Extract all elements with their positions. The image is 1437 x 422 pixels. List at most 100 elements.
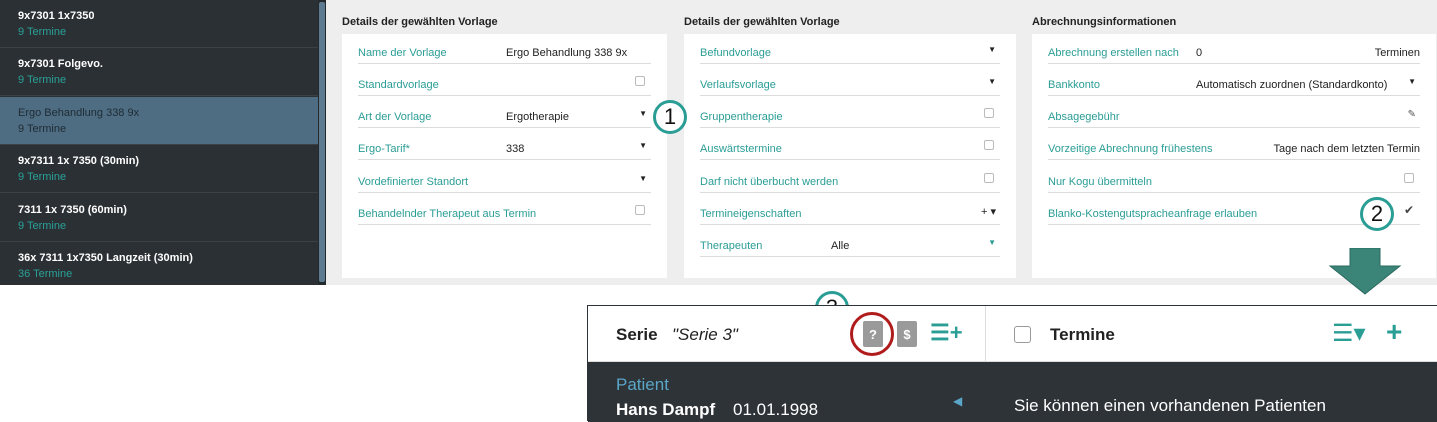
sidebar-scrollbar[interactable] xyxy=(318,0,326,285)
patient-section: Patient Hans Dampf 01.01.1998 ◀ xyxy=(588,362,986,422)
template-title: 7311 1x 7350 (60min) xyxy=(18,204,127,216)
template-item[interactable]: 9x7311 1x 7350 (30min) 9 Termine xyxy=(0,145,318,193)
field-value[interactable]: Ergo Behandlung 338 9x xyxy=(506,47,627,59)
add-property-icon[interactable]: + ▾ xyxy=(981,205,996,218)
field-label: Blanko-Kostengutspracheanfrage erlauben xyxy=(1048,208,1258,220)
field-therapists[interactable]: Therapeuten Alle ▼ xyxy=(700,227,1000,257)
dropdown-arrow-icon[interactable]: ▼ xyxy=(988,45,996,54)
template-count: 9 Termine xyxy=(18,220,67,232)
hint-text: Sie können einen vorhandenen Patienten xyxy=(1014,396,1326,415)
field-label: Abrechnung erstellen nach xyxy=(1048,47,1179,59)
field-therapist-from-appointment[interactable]: Behandelnder Therapeut aus Termin xyxy=(358,195,651,225)
dropdown-arrow-icon[interactable]: ▼ xyxy=(988,77,996,86)
dropdown-arrow-icon[interactable]: ▼ xyxy=(988,238,996,247)
template-count: 9 Termine xyxy=(18,171,67,183)
therapist-checkbox[interactable] xyxy=(635,205,645,215)
dropdown-arrow-icon[interactable]: ▼ xyxy=(639,174,647,183)
field-template-type[interactable]: Art der Vorlage Ergotherapie ▼ xyxy=(358,98,651,128)
template-title: 9x7301 Folgevo. xyxy=(18,58,103,70)
patient-label: Patient xyxy=(616,375,669,394)
series-header: Serie "Serie 3" ? $ ☰+ xyxy=(588,306,986,362)
field-billing-after[interactable]: Abrechnung erstellen nach 0 Terminen xyxy=(1048,34,1420,64)
field-no-overbooking[interactable]: Darf nicht überbucht werden xyxy=(700,163,1000,193)
series-panel: Serie "Serie 3" ? $ ☰+ Termine ☰▾ + Pati… xyxy=(587,305,1437,422)
kogu-checkbox[interactable] xyxy=(1404,173,1414,183)
field-default-template[interactable]: Standardvorlage xyxy=(358,66,651,96)
template-count: 9 Termine xyxy=(18,123,67,135)
template-item-selected[interactable]: Ergo Behandlung 338 9x 9 Termine xyxy=(0,97,318,145)
list-add-icon[interactable]: ☰+ xyxy=(930,320,963,346)
field-value[interactable]: Automatisch zuordnen (Standardkonto) xyxy=(1196,79,1387,91)
field-value[interactable]: Ergotherapie xyxy=(506,111,569,123)
field-kogu-only[interactable]: Nur Kogu übermitteln xyxy=(1048,163,1420,193)
field-group-therapy[interactable]: Gruppentherapie xyxy=(700,98,1000,128)
field-value[interactable]: Tage nach dem letzten Termin xyxy=(1273,143,1420,155)
field-value[interactable]: Alle xyxy=(831,240,849,252)
field-progress-template[interactable]: Verlaufsvorlage ▼ xyxy=(700,66,1000,96)
dropdown-arrow-icon[interactable]: ▼ xyxy=(1408,77,1416,86)
series-label: Serie xyxy=(616,325,658,344)
field-early-billing[interactable]: Vorzeitige Abrechnung frühestens Tage na… xyxy=(1048,130,1420,160)
section-title-billing: Abrechnungsinformationen xyxy=(1032,16,1177,28)
callout-2: 2 xyxy=(1360,197,1394,231)
field-label: Termineigenschaften xyxy=(700,208,802,220)
field-label: Vordefinierter Standort xyxy=(358,176,469,188)
select-all-checkbox[interactable] xyxy=(1014,326,1031,343)
template-title: 9x7311 1x 7350 (30min) xyxy=(18,155,140,167)
field-label: Bankkonto xyxy=(1048,79,1100,91)
patient-name: Hans Dampf xyxy=(616,400,716,419)
field-label: Befundvorlage xyxy=(700,47,771,59)
series-name: "Serie 3" xyxy=(672,325,738,344)
field-bank-account[interactable]: Bankkonto Automatisch zuordnen (Standard… xyxy=(1048,66,1420,96)
pencil-icon[interactable]: ✎ xyxy=(1408,109,1416,120)
field-label: Nur Kogu übermitteln xyxy=(1048,176,1152,188)
dropdown-arrow-icon[interactable]: ▼ xyxy=(639,141,647,150)
field-external-appointments[interactable]: Auswärtstermine xyxy=(700,130,1000,160)
section-title-details: Details der gewählten Vorlage xyxy=(342,16,498,28)
template-sidebar: 9x7301 1x7350 9 Termine 9x7301 Folgevo. … xyxy=(0,0,326,285)
field-label: Standardvorlage xyxy=(358,79,439,91)
add-icon[interactable]: + xyxy=(1386,316,1402,348)
field-label: Absagegebühr xyxy=(1048,111,1120,123)
dropdown-arrow-icon[interactable]: ▼ xyxy=(639,109,647,118)
template-title: 36x 7311 1x7350 Langzeit (30min) xyxy=(18,252,193,264)
template-item[interactable]: 9x7301 1x7350 9 Termine xyxy=(0,0,318,48)
field-label: Gruppentherapie xyxy=(700,111,783,123)
section-title-details-2: Details der gewählten Vorlage xyxy=(684,16,840,28)
scrollbar-thumb[interactable] xyxy=(319,2,325,282)
field-cancellation-fee[interactable]: Absagegebühr ✎ xyxy=(1048,98,1420,128)
field-label: Ergo-Tarif* xyxy=(358,143,410,155)
field-value[interactable]: 338 xyxy=(506,143,524,155)
template-title: Ergo Behandlung 338 9x xyxy=(18,107,140,119)
template-item[interactable]: 36x 7311 1x7350 Langzeit (30min) 36 Term… xyxy=(0,242,318,285)
template-details: Details der gewählten Vorlage Name der V… xyxy=(326,0,1437,285)
field-location[interactable]: Vordefinierter Standort ▼ xyxy=(358,163,651,193)
template-title: 9x7301 1x7350 xyxy=(18,10,95,22)
menu-dropdown-icon[interactable]: ☰▾ xyxy=(1332,319,1366,348)
template-item[interactable]: 9x7301 Folgevo. 9 Termine xyxy=(0,48,318,96)
highlight-circle xyxy=(850,312,894,356)
field-label: Art der Vorlage xyxy=(358,111,432,123)
document-dollar-icon[interactable]: $ xyxy=(897,321,917,347)
field-label: Name der Vorlage xyxy=(358,47,447,59)
callout-1: 1 xyxy=(653,100,687,134)
field-label: Behandelnder Therapeut aus Termin xyxy=(358,208,537,220)
field-template-name[interactable]: Name der Vorlage Ergo Behandlung 338 9x xyxy=(358,34,651,64)
checkmark-icon[interactable]: ✔ xyxy=(1403,203,1414,217)
template-item[interactable]: 7311 1x 7350 (60min) 9 Termine xyxy=(0,194,318,242)
collapse-left-icon[interactable]: ◀ xyxy=(953,394,962,408)
details-card-2: Befundvorlage ▼ Verlaufsvorlage ▼ Gruppe… xyxy=(684,34,1016,278)
field-appointment-properties[interactable]: Termineigenschaften + ▾ xyxy=(700,195,1000,225)
field-suffix: Terminen xyxy=(1374,47,1420,59)
field-value[interactable]: 0 xyxy=(1196,47,1202,59)
default-checkbox[interactable] xyxy=(635,76,645,86)
field-label: Darf nicht überbucht werden xyxy=(700,176,839,188)
no-overbooking-checkbox[interactable] xyxy=(984,173,994,183)
field-findings-template[interactable]: Befundvorlage ▼ xyxy=(700,34,1000,64)
group-therapy-checkbox[interactable] xyxy=(984,108,994,118)
patient-birthdate: 01.01.1998 xyxy=(733,400,819,419)
appointments-header: Termine ☰▾ + xyxy=(986,306,1437,362)
field-ergo-tariff[interactable]: Ergo-Tarif* 338 ▼ xyxy=(358,130,651,160)
external-checkbox[interactable] xyxy=(984,140,994,150)
template-count: 9 Termine xyxy=(18,74,67,86)
